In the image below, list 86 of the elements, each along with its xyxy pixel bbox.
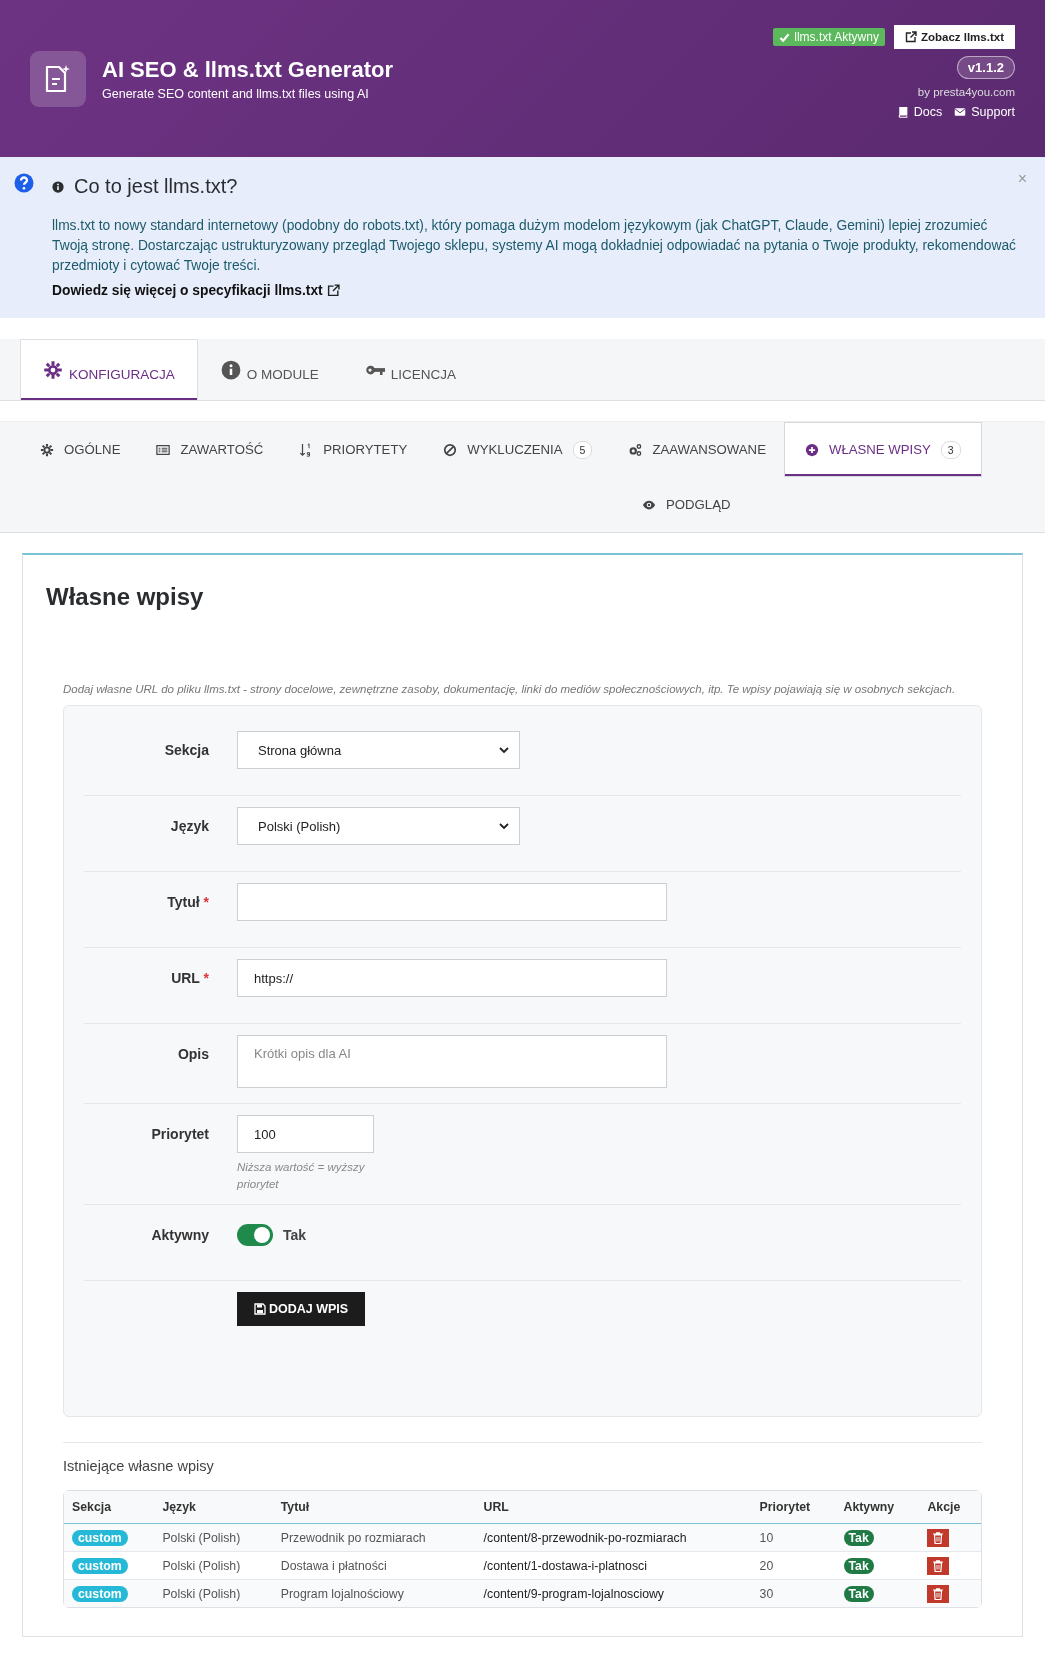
trash-icon bbox=[933, 1531, 944, 1544]
status-badge: llms.txt Aktywny bbox=[773, 28, 885, 46]
info-icon bbox=[52, 180, 64, 193]
count-badge: 5 bbox=[572, 440, 593, 459]
section-title: Istniejące własne wpisy bbox=[63, 1458, 215, 1474]
delete-button[interactable] bbox=[927, 1584, 950, 1603]
table-cell: Polski (Polish) bbox=[154, 1524, 273, 1552]
column-header: Sekcja bbox=[64, 1491, 155, 1524]
table-cell: 10 bbox=[751, 1524, 836, 1552]
app-title: AI SEO & llms.txt Generator bbox=[102, 56, 393, 83]
section-tab[interactable]: ZAWARTOŚĆ bbox=[138, 422, 282, 477]
info-title: Co to jest llms.txt? bbox=[74, 175, 238, 198]
app-subtitle: Generate SEO content and llms.txt files using AI bbox=[102, 86, 370, 101]
spec-link[interactable]: Dowiedz się więcej o specyfikacji llms.txt bbox=[52, 283, 340, 298]
main-tab[interactable]: KONFIGURACJA bbox=[20, 339, 198, 400]
field-label: Opis bbox=[176, 1045, 209, 1062]
section-tab[interactable]: OGÓLNE bbox=[22, 422, 139, 477]
active-badge: Tak bbox=[843, 1529, 874, 1546]
field-label: Sekcja bbox=[163, 741, 209, 758]
table-cell: /content/9-program-lojalnosciowy bbox=[475, 1580, 752, 1607]
table-cell: /content/8-przewodnik-po-rozmiarach bbox=[475, 1524, 752, 1552]
section-tab[interactable]: ZAAWANSOWANE bbox=[610, 422, 784, 477]
list-icon bbox=[156, 442, 171, 457]
column-header: Priorytet bbox=[751, 1491, 836, 1524]
column-header: Język bbox=[154, 1491, 273, 1524]
dropdown[interactable]: Strona główna bbox=[237, 731, 520, 769]
author-text: by presta4you.com bbox=[917, 86, 1015, 98]
dropdown[interactable]: Polski (Polish) bbox=[237, 807, 520, 845]
trash-icon bbox=[933, 1587, 944, 1600]
ban-icon bbox=[443, 442, 458, 457]
document-sparkle-icon bbox=[30, 50, 86, 107]
info-icon bbox=[220, 360, 241, 380]
external-link-icon bbox=[904, 31, 917, 43]
column-header: URL bbox=[475, 1491, 752, 1524]
field-label: Priorytet bbox=[150, 1125, 209, 1142]
header-link[interactable]: Docs bbox=[896, 105, 943, 119]
plus-circle-icon bbox=[804, 442, 819, 457]
help-icon bbox=[14, 173, 34, 193]
panel-heading: Własne wpisy bbox=[46, 583, 205, 611]
chevron-down-icon bbox=[499, 746, 509, 754]
count-badge: 3 bbox=[940, 440, 961, 459]
field-label: Aktywny bbox=[150, 1226, 209, 1243]
toggle-switch[interactable] bbox=[237, 1224, 273, 1246]
field-label: URL * bbox=[170, 969, 209, 986]
section-tag: custom bbox=[72, 1585, 128, 1602]
gear-icon bbox=[40, 442, 54, 457]
envelope-icon bbox=[954, 106, 967, 118]
view-file-button[interactable]: Zobacz llms.txt bbox=[893, 25, 1015, 49]
help-text: Niższa wartość = wyższy priorytet bbox=[237, 1160, 366, 1192]
version-badge: v1.1.2 bbox=[956, 56, 1015, 79]
trash-icon bbox=[933, 1559, 944, 1572]
add-entry-button[interactable]: DODAJ WPIS bbox=[237, 1292, 366, 1326]
main-tab[interactable]: O MODULE bbox=[197, 339, 342, 400]
section-tab[interactable]: PODGLĄD bbox=[624, 477, 749, 532]
table-cell: Polski (Polish) bbox=[154, 1580, 273, 1607]
delete-button[interactable] bbox=[927, 1528, 950, 1547]
field-label: Język bbox=[169, 817, 209, 834]
active-badge: Tak bbox=[843, 1585, 874, 1602]
header-link[interactable]: Support bbox=[954, 105, 1015, 119]
section-tab[interactable]: WYKLUCZENIA 5 bbox=[425, 422, 611, 477]
panel-description: Dodaj własne URL do pliku llms.txt - strony docelowe, zewnętrzne zasoby, dokumentację, linki do mediów społecznościowych, itp. Te wpisy pojawiają się w osobnych sekcjach. bbox=[63, 683, 957, 695]
delete-button[interactable] bbox=[927, 1556, 950, 1575]
section-tab[interactable]: PRIORYTETY bbox=[281, 422, 426, 477]
field-label: Tytuł * bbox=[166, 893, 209, 910]
book-icon bbox=[896, 106, 909, 118]
column-header: Tytuł bbox=[272, 1491, 476, 1524]
column-header: Akcje bbox=[919, 1491, 981, 1524]
gears-icon bbox=[628, 442, 643, 457]
external-link-icon bbox=[326, 284, 340, 297]
text-field[interactable] bbox=[237, 883, 667, 921]
section-tab[interactable]: WŁASNE WPISY 3 bbox=[783, 422, 982, 477]
section-tag: custom bbox=[72, 1529, 128, 1546]
section-tag: custom bbox=[72, 1557, 128, 1574]
active-badge: Tak bbox=[843, 1557, 874, 1574]
priority-field[interactable]: 100 bbox=[237, 1115, 374, 1153]
gear-icon bbox=[43, 360, 63, 380]
text-field[interactable]: https:// bbox=[237, 959, 667, 997]
main-tab[interactable]: LICENCJA bbox=[341, 339, 480, 400]
table-cell: 30 bbox=[751, 1580, 836, 1607]
toggle-label: Tak bbox=[283, 1227, 307, 1243]
info-text: llms.txt to nowy standard internetowy (podobny do robots.txt), który pomaga dużym modelom językowym (jak ChatGPT, Claude, Gemini) lepiej zrozumieć Twoją stronę. Dostarczając ustrukturyzowany przegląd Twojego sklepu, systemy AI mogą dokładniej odpowiadać na pytania o Twoje produkty, rekomendować przedmioty i cytować Twoje treści. bbox=[52, 217, 1017, 275]
table-cell: Przewodnik po rozmiarach bbox=[272, 1524, 476, 1552]
chevron-down-icon bbox=[499, 822, 509, 830]
column-header: Aktywny bbox=[835, 1491, 920, 1524]
table-cell: Program lojalnościowy bbox=[272, 1580, 476, 1607]
description-field[interactable]: Krótki opis dla AI bbox=[237, 1035, 667, 1088]
